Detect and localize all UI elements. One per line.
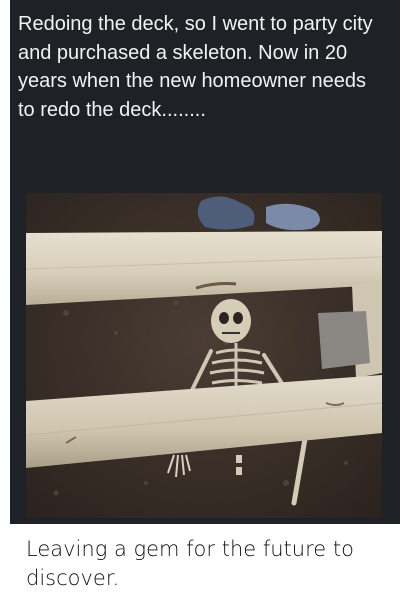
meme-post: Redoing the deck, so I went to party cit… [0, 0, 410, 600]
bottom-caption: Leaving a gem for the future to discover… [26, 537, 354, 590]
post-caption: Redoing the deck, so I went to party cit… [18, 13, 373, 121]
post-image[interactable] [26, 193, 382, 518]
skeleton-deck-photo [26, 193, 382, 518]
